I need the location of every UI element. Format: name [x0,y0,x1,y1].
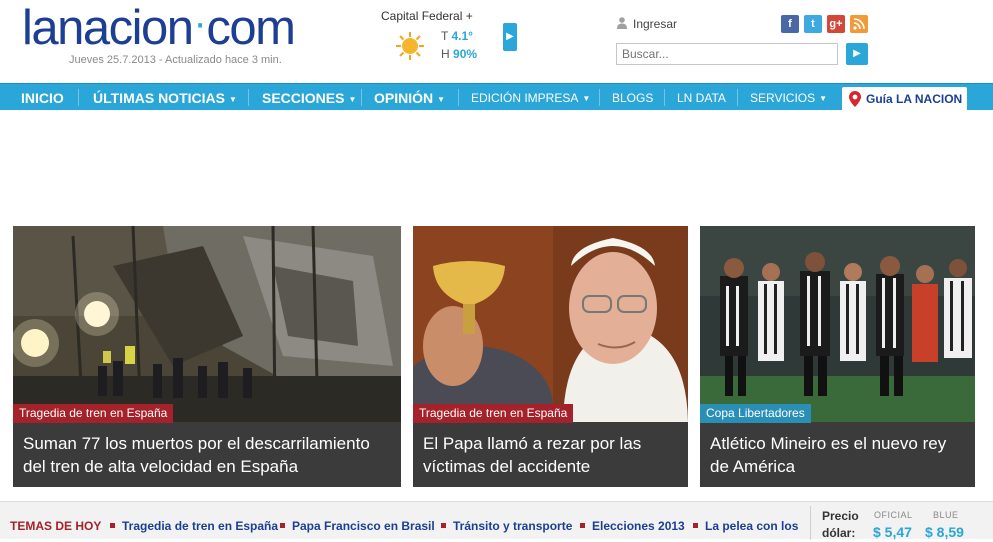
chevron-down-icon: ▼ [437,95,446,104]
nav-divider [599,89,600,106]
login-link[interactable]: Ingresar [617,16,677,31]
dolar-blue-value: $ 8,59 [925,524,964,540]
chevron-down-icon: ▼ [819,94,828,103]
dolar-label: Precio dólar: [822,509,859,540]
divider [810,506,811,540]
nav-item-ultimas-noticias[interactable]: ÚLTIMAS NOTICIAS ▼ [93,84,237,111]
weather-next-button[interactable]: ▶ [503,23,517,51]
nav-divider [78,89,79,106]
dolar-oficial-value: $ 5,47 [873,524,912,540]
facebook-icon[interactable]: f [781,15,799,33]
nav-item-ln-data[interactable]: LN DATA [677,84,726,111]
nav-item-edicion-impresa[interactable]: EDICIÓN IMPRESA ▼ [471,84,590,111]
news-photo-pope[interactable] [413,226,688,422]
tema-link[interactable]: Papa Francisco en Brasil [280,519,435,533]
dolar-blue-label: BLUE [933,510,959,520]
logo-dot: · [193,1,207,45]
weather-city[interactable]: Capital Federal + [381,9,491,23]
main-nav: INICIO ÚLTIMAS NOTICIAS ▼ SECCIONES ▼ OPIN… [0,83,993,111]
bullet-icon [693,523,698,528]
nav-item-opinion[interactable]: OPINIÓN ▼ [374,84,445,111]
login-label: Ingresar [633,17,678,31]
logo-tld: com [206,1,296,55]
nav-divider [737,89,738,106]
twitter-icon[interactable]: t [804,15,822,33]
weather-temperature: T 4.1° [441,29,473,43]
nav-divider [248,89,249,106]
card-kicker[interactable]: Tragedia de tren en España [413,404,574,423]
bullet-icon [280,523,285,528]
search-input[interactable] [616,43,838,65]
dolar-oficial-label: OFICIAL [874,510,913,520]
location-pin-icon [849,91,861,107]
guia-la-nacion-tab[interactable]: Guía LA NACION [842,87,967,111]
card-headline[interactable]: Atlético Mineiro es el nuevo rey de Amér… [710,432,946,478]
nav-item-servicios[interactable]: SERVICIOS ▼ [750,84,827,111]
sun-icon [396,32,424,60]
bullet-icon [110,523,115,528]
nav-divider [458,89,459,106]
card-headline[interactable]: El Papa llamó a rezar por las víctimas d… [423,432,641,478]
social-links: f t g+ [781,15,868,33]
search-button[interactable]: ▶ [846,43,868,65]
nav-item-inicio[interactable]: INICIO [21,84,64,111]
chevron-down-icon: ▼ [228,95,237,104]
rss-icon[interactable] [850,15,868,33]
card-headline[interactable]: Suman 77 los muertos por el descarrilami… [23,432,370,478]
temas-label: TEMAS DE HOY [10,519,102,533]
bullet-icon [441,523,446,528]
news-card[interactable]: Tragedia de tren en España Suman 77 los … [13,226,401,487]
nav-divider [664,89,665,106]
tema-link[interactable]: Tragedia de tren en España [110,519,278,533]
news-photo-train-accident[interactable] [13,226,401,422]
nav-divider [361,89,362,106]
dateline: Jueves 25.7.2013 - Actualizado hace 3 mi… [69,54,282,66]
chevron-down-icon: ▼ [348,95,357,104]
card-kicker[interactable]: Tragedia de tren en España [13,404,174,423]
nav-item-secciones[interactable]: SECCIONES ▼ [262,84,356,111]
news-card[interactable]: Copa Libertadores Atlético Mineiro es el… [700,226,975,487]
weather-humidity: H 90% [441,47,478,61]
site-logo[interactable]: lanacion·com [22,0,296,59]
chevron-down-icon: ▼ [582,94,591,103]
nav-item-blogs[interactable]: BLOGS [612,84,653,111]
tema-link[interactable]: Tránsito y transporte [441,519,572,533]
site-header: lanacion·com Jueves 25.7.2013 - Actualiz… [0,0,993,83]
weather-widget: Capital Federal + T 4.1° H 90% [381,9,491,61]
card-kicker[interactable]: Copa Libertadores [700,404,811,423]
googleplus-icon[interactable]: g+ [827,15,845,33]
tema-link[interactable]: Elecciones 2013 [580,519,685,533]
news-card[interactable]: Tragedia de tren en España El Papa llamó… [413,226,688,487]
user-icon [617,17,627,29]
news-photo-football-celebration[interactable] [700,226,975,422]
temas-de-hoy-bar: TEMAS DE HOY Tragedia de tren en España … [0,501,993,540]
bullet-icon [580,523,585,528]
logo-text: lanacion [22,1,194,55]
tema-link[interactable]: La pelea con los [693,519,798,533]
